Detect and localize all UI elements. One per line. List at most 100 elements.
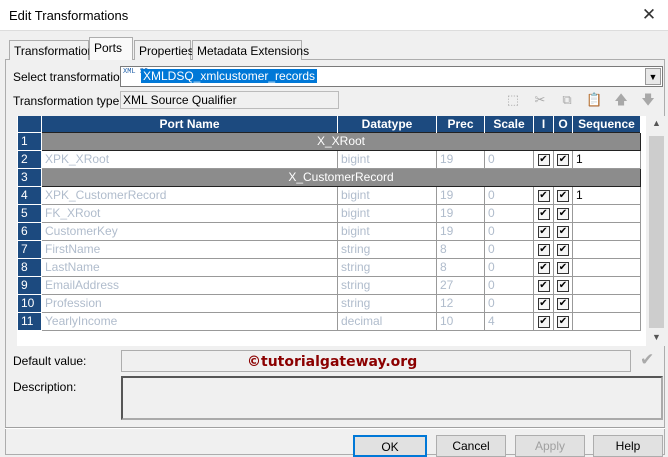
table-row[interactable]: 5 FK_XRoot bigint 19 0 ✔ ✔ xyxy=(17,203,641,223)
input-checkbox[interactable]: ✔ xyxy=(537,189,550,202)
output-checkbox[interactable]: ✔ xyxy=(557,243,569,256)
tab-ports[interactable]: Ports xyxy=(89,37,133,60)
cancel-button[interactable]: Cancel xyxy=(436,435,506,457)
port-name: LastName xyxy=(41,257,338,277)
move-down-icon[interactable]: 🡇 xyxy=(640,92,656,108)
tab-transformation[interactable]: Transformation xyxy=(9,40,94,60)
datatype: string xyxy=(337,257,437,277)
table-row[interactable]: 2 XPK_XRoot bigint 19 0 ✔ ✔ 1 xyxy=(17,149,641,169)
output-cell: ✔ xyxy=(553,239,573,259)
table-row[interactable]: 4 XPK_CustomerRecord bigint 19 0 ✔ ✔ 1 xyxy=(17,185,641,205)
output-checkbox[interactable]: ✔ xyxy=(557,261,569,274)
precision: 19 xyxy=(436,149,485,169)
sequence xyxy=(572,275,641,295)
input-checkbox[interactable]: ✔ xyxy=(537,225,550,238)
ok-button[interactable]: OK xyxy=(353,435,427,457)
row-number: 6 xyxy=(17,221,42,241)
precision: 19 xyxy=(436,203,485,223)
sequence xyxy=(572,293,641,313)
table-row[interactable]: 9 EmailAddress string 27 0 ✔ ✔ xyxy=(17,275,641,295)
input-checkbox[interactable]: ✔ xyxy=(537,315,550,328)
tab-properties[interactable]: Properties xyxy=(134,40,194,60)
sequence xyxy=(572,257,641,277)
group-name: X_CustomerRecord xyxy=(41,167,641,187)
scale: 0 xyxy=(484,149,534,169)
select-transformation-dropdown[interactable]: XML SQ XMLDSQ_xmlcustomer_records ▼ xyxy=(120,66,663,87)
chevron-down-icon[interactable]: ▼ xyxy=(645,68,661,85)
divider xyxy=(5,427,665,429)
input-header: I xyxy=(533,116,554,132)
output-checkbox[interactable]: ✔ xyxy=(557,153,569,166)
row-number: 10 xyxy=(17,293,42,313)
paste-icon[interactable]: 📋 xyxy=(586,92,602,108)
row-number: 5 xyxy=(17,203,42,223)
description-textarea[interactable] xyxy=(121,376,663,420)
scroll-up-icon[interactable]: ▲ xyxy=(652,118,661,128)
input-cell: ✔ xyxy=(533,185,554,205)
port-name: FK_XRoot xyxy=(41,203,338,223)
input-checkbox[interactable]: ✔ xyxy=(537,279,550,292)
sequence: 1 xyxy=(572,149,641,169)
precision: 8 xyxy=(436,257,485,277)
input-cell: ✔ xyxy=(533,257,554,277)
row-number: 2 xyxy=(17,149,42,169)
input-checkbox[interactable]: ✔ xyxy=(537,261,550,274)
port-name: Profession xyxy=(41,293,338,313)
grid-scrollbar[interactable]: ▲ ▼ xyxy=(648,116,665,346)
move-up-icon[interactable]: 🡅 xyxy=(613,92,629,108)
cut-icon[interactable]: ✂ xyxy=(532,92,548,108)
default-value-label: Default value: xyxy=(13,354,87,368)
output-cell: ✔ xyxy=(553,185,573,205)
scale: 0 xyxy=(484,257,534,277)
tab-metadata-extensions[interactable]: Metadata Extensions xyxy=(192,40,309,60)
close-icon[interactable]: ✕ xyxy=(638,4,660,26)
table-row[interactable]: 8 LastName string 8 0 ✔ ✔ xyxy=(17,257,641,277)
sequence xyxy=(572,239,641,259)
description-label: Description: xyxy=(13,380,77,394)
table-row[interactable]: 7 FirstName string 8 0 ✔ ✔ xyxy=(17,239,641,259)
output-checkbox[interactable]: ✔ xyxy=(557,225,569,238)
sequence xyxy=(572,311,641,331)
group-row[interactable]: 3 X_CustomerRecord xyxy=(17,167,641,187)
sequence-header: Sequence xyxy=(572,116,641,132)
output-checkbox[interactable]: ✔ xyxy=(557,297,569,310)
input-checkbox[interactable]: ✔ xyxy=(537,297,550,310)
scroll-down-icon[interactable]: ▼ xyxy=(652,332,661,342)
scale: 0 xyxy=(484,221,534,241)
scale-header: Scale xyxy=(484,116,534,132)
row-number: 8 xyxy=(17,257,42,277)
datatype: bigint xyxy=(337,203,437,223)
output-checkbox[interactable]: ✔ xyxy=(557,279,569,292)
input-checkbox[interactable]: ✔ xyxy=(537,207,550,220)
output-checkbox[interactable]: ✔ xyxy=(557,207,569,220)
output-checkbox[interactable]: ✔ xyxy=(557,315,569,328)
row-number: 9 xyxy=(17,275,42,295)
copy-icon[interactable]: ⧉ xyxy=(559,92,575,108)
validate-check-icon[interactable]: ✔ xyxy=(640,350,654,370)
title-bar: Edit Transformations ✕ xyxy=(0,0,668,31)
table-row[interactable]: 10 Profession string 12 0 ✔ ✔ xyxy=(17,293,641,313)
output-checkbox[interactable]: ✔ xyxy=(557,189,569,202)
table-row[interactable]: 11 YearlyIncome decimal 10 4 ✔ ✔ xyxy=(17,311,641,331)
port-name: XPK_CustomerRecord xyxy=(41,185,338,205)
input-checkbox[interactable]: ✔ xyxy=(537,153,550,166)
sequence xyxy=(572,203,641,223)
scale: 0 xyxy=(484,275,534,295)
help-button[interactable]: Help xyxy=(593,435,663,457)
sequence xyxy=(572,221,641,241)
input-checkbox[interactable]: ✔ xyxy=(537,243,550,256)
table-row[interactable]: 6 CustomerKey bigint 19 0 ✔ ✔ xyxy=(17,221,641,241)
default-value-input[interactable]: ©tutorialgateway.org xyxy=(121,350,631,372)
datatype: decimal xyxy=(337,311,437,331)
port-name: EmailAddress xyxy=(41,275,338,295)
apply-button[interactable]: Apply xyxy=(515,435,585,457)
precision: 8 xyxy=(436,239,485,259)
output-cell: ✔ xyxy=(553,275,573,295)
scrollbar-thumb[interactable] xyxy=(649,136,664,328)
input-cell: ✔ xyxy=(533,221,554,241)
group-name: X_XRoot xyxy=(41,131,641,151)
port-name: YearlyIncome xyxy=(41,311,338,331)
new-port-icon[interactable]: ⬚ xyxy=(505,92,521,108)
group-row[interactable]: 1 X_XRoot xyxy=(17,131,641,151)
watermark: ©tutorialgateway.org xyxy=(247,354,418,370)
